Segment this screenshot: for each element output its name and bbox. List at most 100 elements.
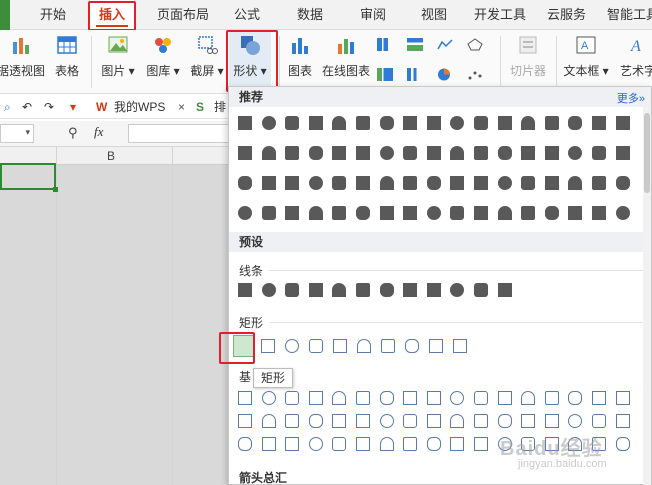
line-shape-option[interactable]: [308, 283, 323, 297]
basic-shape-option[interactable]: [379, 414, 394, 428]
basic-shape-option[interactable]: [403, 414, 418, 428]
pin-icon[interactable]: ▾: [70, 98, 76, 117]
formula-input[interactable]: [128, 124, 230, 143]
shape-option[interactable]: [497, 176, 512, 190]
shape-option[interactable]: [497, 116, 512, 130]
basic-shape-option[interactable]: [403, 391, 418, 405]
shape-option[interactable]: [568, 146, 583, 160]
shape-option[interactable]: [615, 116, 630, 130]
basic-shape-option[interactable]: [332, 414, 347, 428]
basic-shape-option[interactable]: [285, 391, 300, 405]
shape-option[interactable]: [332, 176, 347, 190]
basic-shape-option[interactable]: [308, 437, 323, 451]
shape-option[interactable]: [261, 146, 276, 160]
app-menu-button[interactable]: [0, 0, 10, 30]
shape-option[interactable]: [403, 146, 418, 160]
basic-shape-option[interactable]: [356, 437, 370, 451]
basic-shape-option[interactable]: [238, 391, 252, 405]
basic-shape-option[interactable]: [426, 391, 441, 405]
basic-shape-option[interactable]: [544, 414, 559, 428]
cell-grid[interactable]: [0, 165, 230, 485]
basic-shape-option[interactable]: [592, 391, 606, 405]
shape-option[interactable]: [403, 206, 418, 220]
basic-shape-option[interactable]: [332, 391, 347, 405]
shape-option[interactable]: [474, 116, 488, 130]
line-shape-option[interactable]: [497, 283, 512, 297]
name-box[interactable]: ▾: [0, 124, 34, 143]
line-shape-option[interactable]: [474, 283, 488, 297]
name-box-dropdown-icon[interactable]: ▾: [25, 127, 30, 138]
basic-shape-option[interactable]: [426, 437, 441, 451]
basic-shape-option[interactable]: [450, 414, 465, 428]
zoom-formula-icon[interactable]: ⚲: [68, 125, 78, 141]
shape-option[interactable]: [592, 116, 606, 130]
basic-shape-option[interactable]: [356, 391, 370, 405]
rectangle-shape-option[interactable]: [261, 339, 275, 353]
basic-shape-option[interactable]: [568, 391, 583, 405]
basic-shape-option[interactable]: [521, 414, 536, 428]
area-chart-icon[interactable]: [377, 68, 393, 81]
rectangle-shape-option[interactable]: [405, 339, 419, 353]
basic-shape-option[interactable]: [379, 437, 394, 451]
shape-option[interactable]: [426, 206, 441, 220]
bar-chart-icon[interactable]: [407, 38, 423, 51]
tab-view[interactable]: 视图: [421, 0, 447, 30]
tab-smart-tools[interactable]: 智能工具: [607, 0, 652, 30]
shape-option[interactable]: [403, 176, 418, 190]
shape-option[interactable]: [238, 116, 252, 130]
tab-formulas[interactable]: 公式: [234, 0, 260, 30]
shape-option[interactable]: [521, 116, 536, 130]
basic-shape-option[interactable]: [497, 391, 512, 405]
column-header-b[interactable]: B: [107, 149, 115, 163]
shape-option[interactable]: [592, 176, 606, 190]
shape-option[interactable]: [332, 206, 347, 220]
basic-shape-option[interactable]: [261, 391, 276, 405]
basic-shape-option[interactable]: [497, 414, 512, 428]
line-chart-icon[interactable]: [437, 38, 453, 51]
shape-option[interactable]: [450, 176, 465, 190]
stock-chart-icon[interactable]: [407, 68, 423, 81]
basic-shape-option[interactable]: [285, 437, 300, 451]
shape-option[interactable]: [356, 176, 370, 190]
shape-option[interactable]: [568, 116, 583, 130]
shape-option[interactable]: [474, 176, 488, 190]
basic-shape-option[interactable]: [238, 414, 252, 428]
shape-option[interactable]: [592, 206, 606, 220]
rectangle-shape-option[interactable]: [381, 339, 395, 353]
shape-option[interactable]: [544, 146, 559, 160]
redo-icon[interactable]: ↷: [44, 98, 54, 117]
rectangle-shape-selected[interactable]: [233, 335, 255, 357]
basic-shape-option[interactable]: [568, 414, 583, 428]
picture-button[interactable]: 图片 ▾: [98, 34, 138, 79]
screenshot-button[interactable]: 截屏 ▾: [187, 34, 227, 79]
shape-option[interactable]: [261, 206, 276, 220]
shape-option[interactable]: [379, 176, 394, 190]
shape-option[interactable]: [450, 146, 465, 160]
shape-option[interactable]: [568, 206, 583, 220]
basic-shape-option[interactable]: [308, 391, 323, 405]
basic-shape-option[interactable]: [521, 391, 536, 405]
shape-option[interactable]: [426, 176, 441, 190]
rectangle-shape-option[interactable]: [285, 339, 299, 353]
rectangle-shape-option[interactable]: [429, 339, 443, 353]
table-button[interactable]: 表格: [52, 34, 82, 79]
textbox-button[interactable]: A 文本框 ▾: [563, 34, 609, 79]
shape-option[interactable]: [497, 206, 512, 220]
shape-option[interactable]: [474, 146, 488, 160]
shape-option[interactable]: [403, 116, 418, 130]
shapes-button[interactable]: 形状 ▾: [229, 32, 271, 88]
chart-button[interactable]: 图表: [285, 34, 315, 79]
shape-option[interactable]: [261, 116, 276, 130]
line-shape-option[interactable]: [403, 283, 418, 297]
shape-option[interactable]: [474, 206, 488, 220]
tab-cloud[interactable]: 云服务: [547, 0, 586, 30]
rectangle-shape-option[interactable]: [357, 339, 371, 353]
shape-option[interactable]: [261, 176, 276, 190]
basic-shape-option[interactable]: [450, 391, 465, 405]
shape-option[interactable]: [308, 176, 323, 190]
shape-option[interactable]: [356, 146, 370, 160]
line-shape-option[interactable]: [450, 283, 465, 297]
tab-page-layout[interactable]: 页面布局: [157, 0, 209, 30]
close-tab-icon[interactable]: ×: [178, 98, 185, 117]
pie-chart-icon[interactable]: [437, 68, 453, 81]
